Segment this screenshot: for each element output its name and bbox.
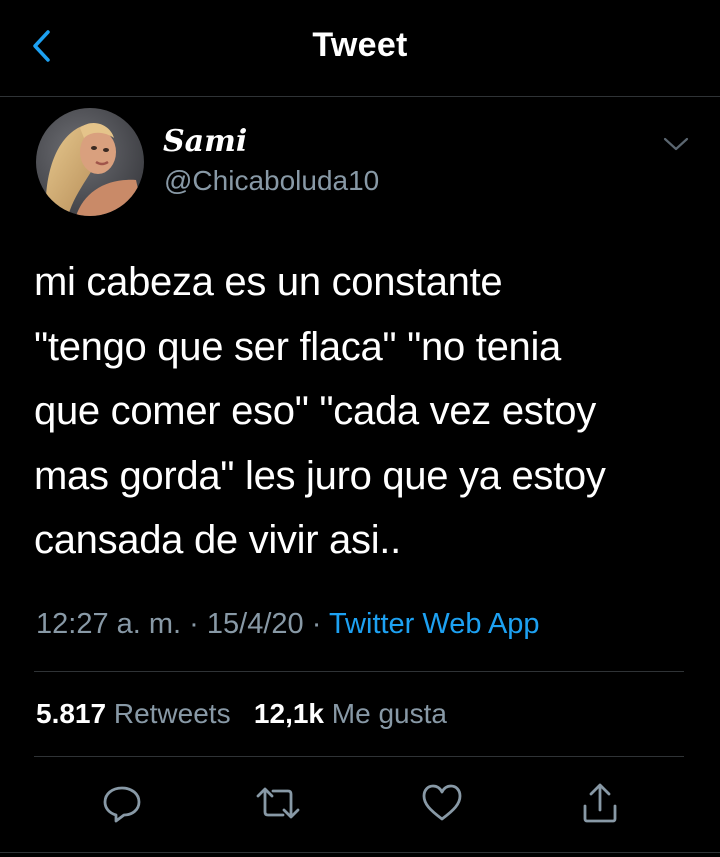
bottom-divider [0,852,720,853]
divider [34,756,684,757]
reply-icon [103,786,141,823]
tweet-source-link[interactable]: Twitter Web App [329,608,540,640]
tweet-line: mas gorda" les juro que ya estoy [34,453,606,498]
divider [34,671,684,672]
like-button[interactable] [419,780,465,826]
meta-separator: · [311,608,322,640]
retweets-label[interactable]: Retweets [114,698,231,729]
chevron-down-icon [663,137,689,151]
tweet-line: mi cabeza es un constante [34,260,503,304]
page-title: Tweet [312,26,408,64]
avatar-photo [36,108,144,216]
retweet-icon [256,787,300,819]
likes-count[interactable]: 12,1k [254,698,324,729]
tweet-line: "tengo que ser flaca" "no tenia [34,324,561,369]
share-icon [583,783,617,823]
like-icon [422,784,462,821]
retweets-count[interactable]: 5.817 [36,698,106,729]
author-display-name[interactable]: Sami [163,124,247,159]
author-handle[interactable]: @Chicaboluda10 [164,165,379,197]
tweet-line: cansada de vivir asi.. [34,518,401,562]
tweet-line: que comer eso" "cada vez estoy [34,389,596,433]
more-options-button[interactable] [662,134,690,154]
tweet-time[interactable]: 12:27 a. m. [36,608,181,640]
tweet-text: mi cabeza es un constante "tengo que ser… [34,250,684,573]
tweet-stats: 5.817 Retweets 12,1k Me gusta [36,698,447,730]
top-bar: Tweet [0,0,720,97]
retweet-button[interactable] [255,780,301,826]
share-button[interactable] [577,780,623,826]
reply-button[interactable] [99,780,145,826]
likes-label[interactable]: Me gusta [332,698,447,729]
tweet-metadata: 12:27 a. m. · 15/4/20 · Twitter Web App [36,608,540,641]
avatar[interactable] [36,108,144,216]
tweet-date[interactable]: 15/4/20 [207,608,304,640]
meta-separator: · [189,608,199,640]
